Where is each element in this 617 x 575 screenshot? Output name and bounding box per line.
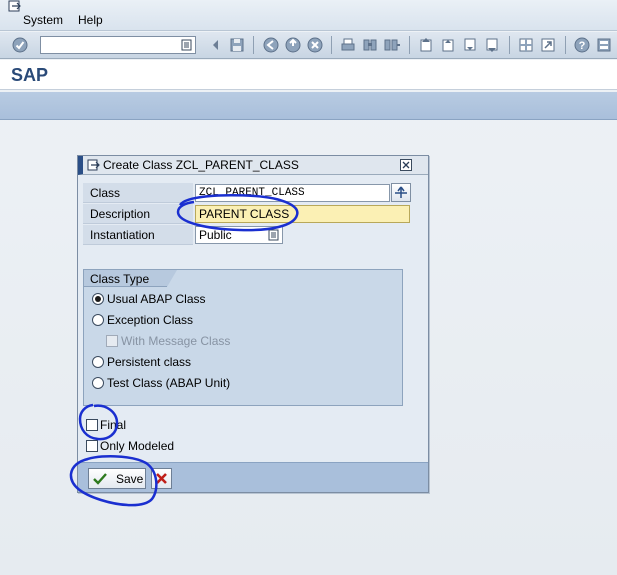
screen-title-bar: SAP [0, 60, 617, 90]
menu-bar: System Help [0, 0, 617, 31]
back-icon[interactable] [262, 36, 280, 54]
final-label: Final [100, 418, 127, 432]
save-label: Save [116, 472, 144, 486]
class-type-group: Class Type Usual ABAP Class Exception Cl… [83, 269, 403, 406]
test-class-label: Test Class (ABAP Unit) [107, 376, 231, 390]
dialog-window-icon [87, 159, 100, 171]
last-page-icon[interactable] [483, 36, 501, 54]
save-button[interactable]: Save [88, 468, 146, 489]
class-name-field[interactable]: ZCL_PARENT_CLASS [195, 184, 390, 202]
toolbar-separator [253, 36, 254, 54]
toolbar-separator [409, 36, 410, 54]
next-page-icon[interactable] [461, 36, 479, 54]
dropdown-icon[interactable] [181, 39, 193, 51]
toolbar-separator [331, 36, 332, 54]
description-label: Description [83, 204, 193, 224]
sap-screen: System Help ? SAP Create Class ZCL_PAREN… [0, 0, 617, 575]
screen-title: SAP [11, 65, 49, 85]
only-modeled-checkbox[interactable] [86, 440, 98, 452]
exception-class-radio[interactable] [92, 314, 104, 326]
toolbar-separator [565, 36, 566, 54]
standard-toolbar: ? [0, 32, 617, 59]
persistent-class-label: Persistent class [107, 355, 192, 369]
find-next-icon[interactable] [383, 36, 401, 54]
first-page-icon[interactable] [417, 36, 435, 54]
application-toolbar [0, 92, 617, 120]
find-icon[interactable] [361, 36, 379, 54]
toolbar-separator [509, 36, 510, 54]
shortcut-icon[interactable] [539, 36, 557, 54]
create-class-dialog: Create Class ZCL_PARENT_CLASS Class ZCL_… [77, 155, 429, 493]
usual-abap-class-label: Usual ABAP Class [107, 292, 206, 306]
close-dialog-button[interactable] [400, 159, 412, 171]
menu-help[interactable]: Help [78, 13, 103, 27]
description-field[interactable]: PARENT CLASS [195, 205, 410, 223]
cancel-icon[interactable] [306, 36, 324, 54]
new-session-icon[interactable] [517, 36, 535, 54]
persistent-class-radio[interactable] [92, 356, 104, 368]
print-icon[interactable] [339, 36, 357, 54]
with-message-class-label: With Message Class [121, 334, 231, 348]
with-message-class-checkbox [106, 335, 118, 347]
dialog-title: Create Class ZCL_PARENT_CLASS [103, 158, 299, 172]
test-class-radio[interactable] [92, 377, 104, 389]
cancel-button[interactable] [151, 468, 172, 489]
save-icon[interactable] [228, 36, 246, 54]
dialog-footer: Save [78, 462, 428, 492]
cancel-x-icon [156, 473, 167, 484]
previous-page-icon[interactable] [439, 36, 457, 54]
instantiation-label: Instantiation [83, 225, 193, 245]
class-type-title: Class Type [90, 272, 150, 286]
svg-text:?: ? [579, 40, 586, 52]
class-hierarchy-icon [395, 186, 407, 198]
checkmark-icon [93, 473, 107, 485]
instantiation-dropdown[interactable]: Public [195, 226, 283, 244]
instantiation-value: Public [199, 228, 232, 242]
final-checkbox[interactable] [86, 419, 98, 431]
customize-layout-icon[interactable] [595, 36, 613, 54]
class-type-header: Class Type [84, 270, 177, 287]
class-label: Class [83, 183, 193, 203]
only-modeled-label: Only Modeled [100, 439, 175, 453]
command-field[interactable] [40, 36, 196, 54]
exception-class-label: Exception Class [107, 313, 194, 327]
back-arrow-icon[interactable] [207, 36, 225, 54]
class-search-help-button[interactable] [391, 183, 411, 202]
enter-icon[interactable] [11, 36, 29, 54]
dialog-title-bar: Create Class ZCL_PARENT_CLASS [78, 156, 428, 175]
close-icon [402, 161, 410, 169]
exit-icon[interactable] [284, 36, 302, 54]
system-menu-icon[interactable] [8, 0, 22, 12]
menu-system[interactable]: System [23, 13, 63, 27]
dropdown-icon[interactable] [268, 229, 280, 241]
help-icon[interactable]: ? [573, 36, 591, 54]
usual-abap-class-radio[interactable] [92, 293, 104, 305]
